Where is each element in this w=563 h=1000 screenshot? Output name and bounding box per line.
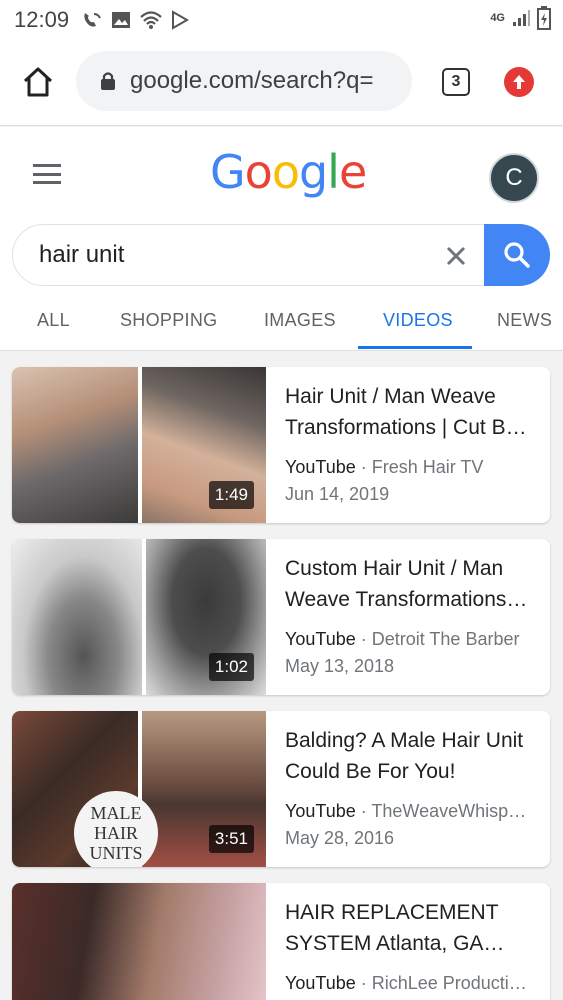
video-date: May 13, 2018	[285, 656, 395, 676]
lock-icon	[101, 72, 115, 90]
video-thumbnail[interactable]: 1:02	[12, 539, 266, 695]
google-logo[interactable]: Google	[210, 145, 367, 199]
tab-shopping[interactable]: SHOPPING	[120, 310, 217, 331]
search-tabs: ALL SHOPPING IMAGES VIDEOS NEWS	[0, 302, 563, 350]
menu-icon[interactable]	[33, 164, 61, 184]
video-result[interactable]: 1:49 Hair Unit / Man Weave Transformation…	[12, 367, 550, 523]
video-thumbnail[interactable]	[12, 883, 266, 1000]
search-box[interactable]: hair unit	[12, 224, 550, 286]
google-header: Google C hair unit ALL SHOPPING IMAGES V…	[0, 127, 563, 351]
signal-icon	[513, 10, 530, 26]
video-source: YouTube · TheWeaveWhisp…	[285, 801, 527, 821]
tab-images[interactable]: IMAGES	[264, 310, 336, 331]
image-icon	[112, 12, 131, 28]
video-date: May 28, 2016	[285, 828, 395, 848]
wifi-call-icon	[84, 13, 101, 27]
search-input[interactable]: hair unit	[39, 241, 124, 269]
video-source: YouTube · RichLee Producti…	[285, 973, 527, 993]
address-bar[interactable]: google.com/search?q=	[76, 51, 412, 111]
arrow-up-icon	[513, 75, 525, 89]
video-duration: 1:49	[208, 481, 254, 509]
video-title[interactable]: HAIR REPLACEMENT SYSTEM Atlanta, GA…	[285, 897, 535, 959]
video-result[interactable]: MALE HAIR UNITS 3:51 Balding? A Male Hair …	[12, 711, 550, 867]
wifi-icon	[140, 11, 162, 29]
network-type: 4G	[490, 12, 505, 24]
search-icon	[504, 242, 530, 268]
video-title[interactable]: Balding? A Male Hair Unit Could Be For Yo…	[285, 725, 535, 787]
video-source: YouTube · Fresh Hair TV	[285, 457, 484, 477]
video-source: YouTube · Detroit The Barber	[285, 629, 520, 649]
status-time: 12:09	[14, 7, 70, 32]
update-button[interactable]	[504, 67, 534, 97]
battery-icon	[537, 6, 551, 30]
tab-switcher-button[interactable]: 3	[442, 68, 470, 96]
search-button[interactable]	[484, 224, 550, 286]
video-thumbnail[interactable]: 1:49	[12, 367, 266, 523]
video-date: Jun 14, 2019	[285, 484, 390, 504]
active-tab-indicator	[358, 346, 472, 349]
close-icon[interactable]	[443, 243, 469, 269]
account-avatar[interactable]: C	[489, 153, 539, 203]
browser-toolbar: google.com/search?q= 3	[0, 40, 563, 126]
video-duration: 1:02	[208, 653, 254, 681]
video-duration: 3:51	[208, 825, 254, 853]
status-bar: 12:09 4G	[0, 0, 563, 40]
video-result[interactable]: 1:02 Custom Hair Unit / Man Weave Transfo…	[12, 539, 550, 695]
male-hair-units-badge: MALE HAIR UNITS	[74, 791, 158, 867]
tab-all[interactable]: ALL	[37, 310, 70, 331]
video-result[interactable]: HAIR REPLACEMENT SYSTEM Atlanta, GA… YouT…	[12, 883, 550, 1000]
video-title[interactable]: Hair Unit / Man Weave Transformations | C…	[285, 381, 535, 443]
play-store-icon	[172, 10, 190, 30]
home-icon[interactable]	[20, 64, 56, 100]
tab-videos[interactable]: VIDEOS	[383, 310, 453, 331]
url-text: google.com/search?q=	[130, 67, 374, 94]
video-title[interactable]: Custom Hair Unit / Man Weave Transformati…	[285, 553, 535, 615]
tab-news[interactable]: NEWS	[497, 310, 552, 331]
video-thumbnail[interactable]: MALE HAIR UNITS 3:51	[12, 711, 266, 867]
